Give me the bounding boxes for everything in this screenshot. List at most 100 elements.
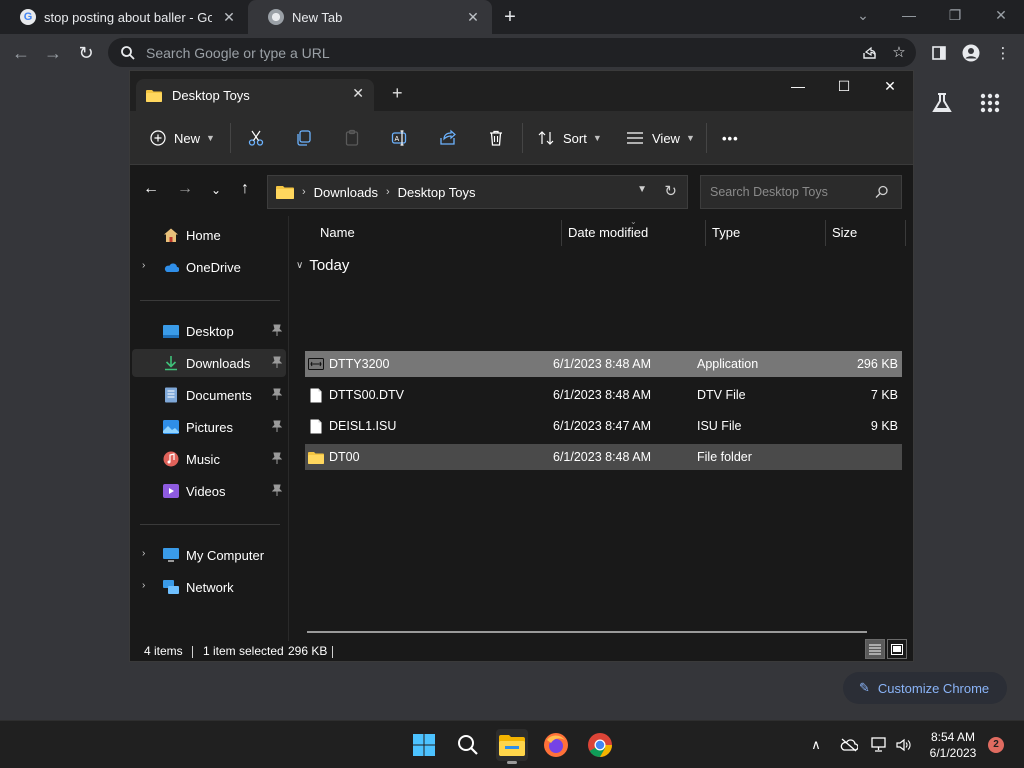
pin-icon[interactable] xyxy=(271,356,283,371)
browser-tab-1[interactable]: G stop posting about baller - Goog ✕ xyxy=(0,0,248,34)
column-divider[interactable] xyxy=(561,220,562,246)
file-date: 6/1/2023 8:48 AM xyxy=(553,450,651,464)
side-panel-icon[interactable] xyxy=(926,40,952,66)
close-window-button[interactable]: ✕ xyxy=(867,71,913,101)
nav-item-videos[interactable]: Videos xyxy=(132,477,286,505)
close-tab-icon[interactable]: ✕ xyxy=(464,8,482,26)
share-icon[interactable] xyxy=(860,43,878,61)
rename-button[interactable]: A xyxy=(391,124,409,152)
pin-icon[interactable] xyxy=(271,484,283,499)
paste-button[interactable] xyxy=(343,124,361,152)
network-wired-icon[interactable] xyxy=(868,735,890,755)
chevron-right-icon[interactable]: › xyxy=(142,260,145,271)
google-apps-grid-icon[interactable] xyxy=(980,93,1000,116)
address-bar[interactable]: › Downloads › Desktop Toys ▼ ↻ xyxy=(267,175,688,209)
close-window-button[interactable]: ✕ xyxy=(978,0,1024,30)
chevron-down-icon[interactable]: ▼ xyxy=(637,184,647,195)
copy-button[interactable] xyxy=(295,124,313,152)
breadcrumb-downloads[interactable]: Downloads xyxy=(314,185,378,200)
share-button[interactable] xyxy=(439,124,457,152)
close-tab-icon[interactable]: ✕ xyxy=(220,8,238,26)
back-arrow-icon[interactable]: ← xyxy=(140,180,162,198)
omnibox[interactable]: ☆ xyxy=(108,38,916,67)
details-view-button[interactable] xyxy=(865,639,885,659)
cut-button[interactable] xyxy=(247,124,265,152)
sort-caret-icon: ⌄ xyxy=(630,217,637,226)
chevron-right-icon[interactable]: › xyxy=(142,580,145,591)
chevron-down-icon[interactable]: ∨ xyxy=(296,260,303,271)
more-options-button[interactable]: ••• xyxy=(722,124,739,152)
pin-icon[interactable] xyxy=(271,420,283,435)
cloud-offline-icon[interactable] xyxy=(838,735,860,755)
new-tab-button[interactable]: + xyxy=(498,5,522,29)
taskbar-chrome[interactable] xyxy=(584,729,616,761)
nav-item-music[interactable]: Music xyxy=(132,445,286,473)
nav-item-pictures[interactable]: Pictures xyxy=(132,413,286,441)
column-header-name[interactable]: Name xyxy=(320,216,355,249)
bookmark-star-icon[interactable]: ☆ xyxy=(890,43,908,61)
explorer-tab[interactable]: Desktop Toys ✕ xyxy=(136,79,374,111)
nav-item-my-computer[interactable]: › My Computer xyxy=(132,541,286,569)
profile-avatar-icon[interactable] xyxy=(958,40,984,66)
pane-splitter[interactable] xyxy=(288,216,289,641)
refresh-icon[interactable]: ↻ xyxy=(664,182,677,200)
breadcrumb-desktop-toys[interactable]: Desktop Toys xyxy=(398,185,476,200)
forward-arrow-icon[interactable]: → xyxy=(174,180,196,198)
column-divider[interactable] xyxy=(905,220,906,246)
file-row-dtts00[interactable]: DTTS00.DTV 6/1/2023 8:48 AM DTV File 7 K… xyxy=(305,382,902,408)
back-button[interactable]: ← xyxy=(8,40,34,66)
tab-search-icon[interactable]: ⌄ xyxy=(840,0,886,30)
forward-button[interactable]: → xyxy=(40,40,66,66)
chevron-right-icon[interactable]: › xyxy=(142,548,145,559)
column-header-size[interactable]: Size xyxy=(832,216,857,249)
recent-locations-chevron-icon[interactable]: ⌄ xyxy=(205,183,227,197)
kebab-menu-icon[interactable]: ⋮ xyxy=(990,40,1016,66)
nav-item-downloads[interactable]: Downloads xyxy=(132,349,286,377)
search-icon xyxy=(121,45,135,60)
labs-flask-icon[interactable] xyxy=(930,92,954,117)
volume-icon[interactable] xyxy=(893,735,915,755)
maximize-button[interactable]: ☐ xyxy=(821,71,867,101)
pin-icon[interactable] xyxy=(271,324,283,339)
show-hidden-icons-chevron-icon[interactable]: ∧ xyxy=(805,735,827,755)
horizontal-scrollbar[interactable] xyxy=(307,631,867,633)
view-button[interactable]: View ▼ xyxy=(627,124,695,152)
taskbar-clock[interactable]: 8:54 AM 6/1/2023 xyxy=(918,729,988,761)
restore-button[interactable]: ❐ xyxy=(932,0,978,30)
notification-badge[interactable]: 2 xyxy=(988,737,1004,753)
nav-item-documents[interactable]: Documents xyxy=(132,381,286,409)
omnibox-input[interactable] xyxy=(146,44,746,61)
nav-item-home[interactable]: Home xyxy=(132,221,286,249)
new-tab-button[interactable]: + xyxy=(392,83,403,104)
pin-icon[interactable] xyxy=(271,388,283,403)
tiles-view-button[interactable] xyxy=(887,639,907,659)
nav-item-desktop[interactable]: Desktop xyxy=(132,317,286,345)
up-arrow-icon[interactable]: ↑ xyxy=(234,180,256,198)
customize-chrome-label: Customize Chrome xyxy=(877,680,990,696)
group-header-today[interactable]: ∨ Today xyxy=(296,257,349,274)
start-button[interactable] xyxy=(408,729,440,761)
file-row-dtty3200[interactable]: DTTY3200 6/1/2023 8:48 AM Application 29… xyxy=(305,351,902,377)
new-button[interactable]: New ▼ xyxy=(150,124,215,152)
pin-icon[interactable] xyxy=(271,452,283,467)
taskbar-firefox[interactable] xyxy=(540,729,572,761)
nav-item-onedrive[interactable]: › OneDrive xyxy=(132,253,286,281)
explorer-search-input[interactable] xyxy=(710,185,870,199)
minimize-button[interactable]: — xyxy=(775,71,821,101)
explorer-search-box[interactable] xyxy=(700,175,902,209)
close-tab-icon[interactable]: ✕ xyxy=(352,85,364,102)
file-row-deisl1[interactable]: DEISL1.ISU 6/1/2023 8:47 AM ISU File 9 K… xyxy=(305,413,902,439)
column-header-type[interactable]: Type xyxy=(712,216,740,249)
nav-item-network[interactable]: › Network xyxy=(132,573,286,601)
file-row-dt00[interactable]: DT00 6/1/2023 8:48 AM File folder xyxy=(305,444,902,470)
delete-button[interactable] xyxy=(487,124,505,152)
reload-button[interactable]: ↻ xyxy=(73,40,99,66)
taskbar-file-explorer[interactable] xyxy=(496,729,528,764)
browser-tab-2[interactable]: New Tab ✕ xyxy=(248,0,492,34)
column-divider[interactable] xyxy=(705,220,706,246)
customize-chrome-button[interactable]: ✎ Customize Chrome xyxy=(843,672,1007,704)
taskbar-search-button[interactable] xyxy=(452,729,484,761)
column-divider[interactable] xyxy=(825,220,826,246)
minimize-button[interactable]: — xyxy=(886,0,932,30)
sort-button[interactable]: Sort ▼ xyxy=(538,124,602,152)
